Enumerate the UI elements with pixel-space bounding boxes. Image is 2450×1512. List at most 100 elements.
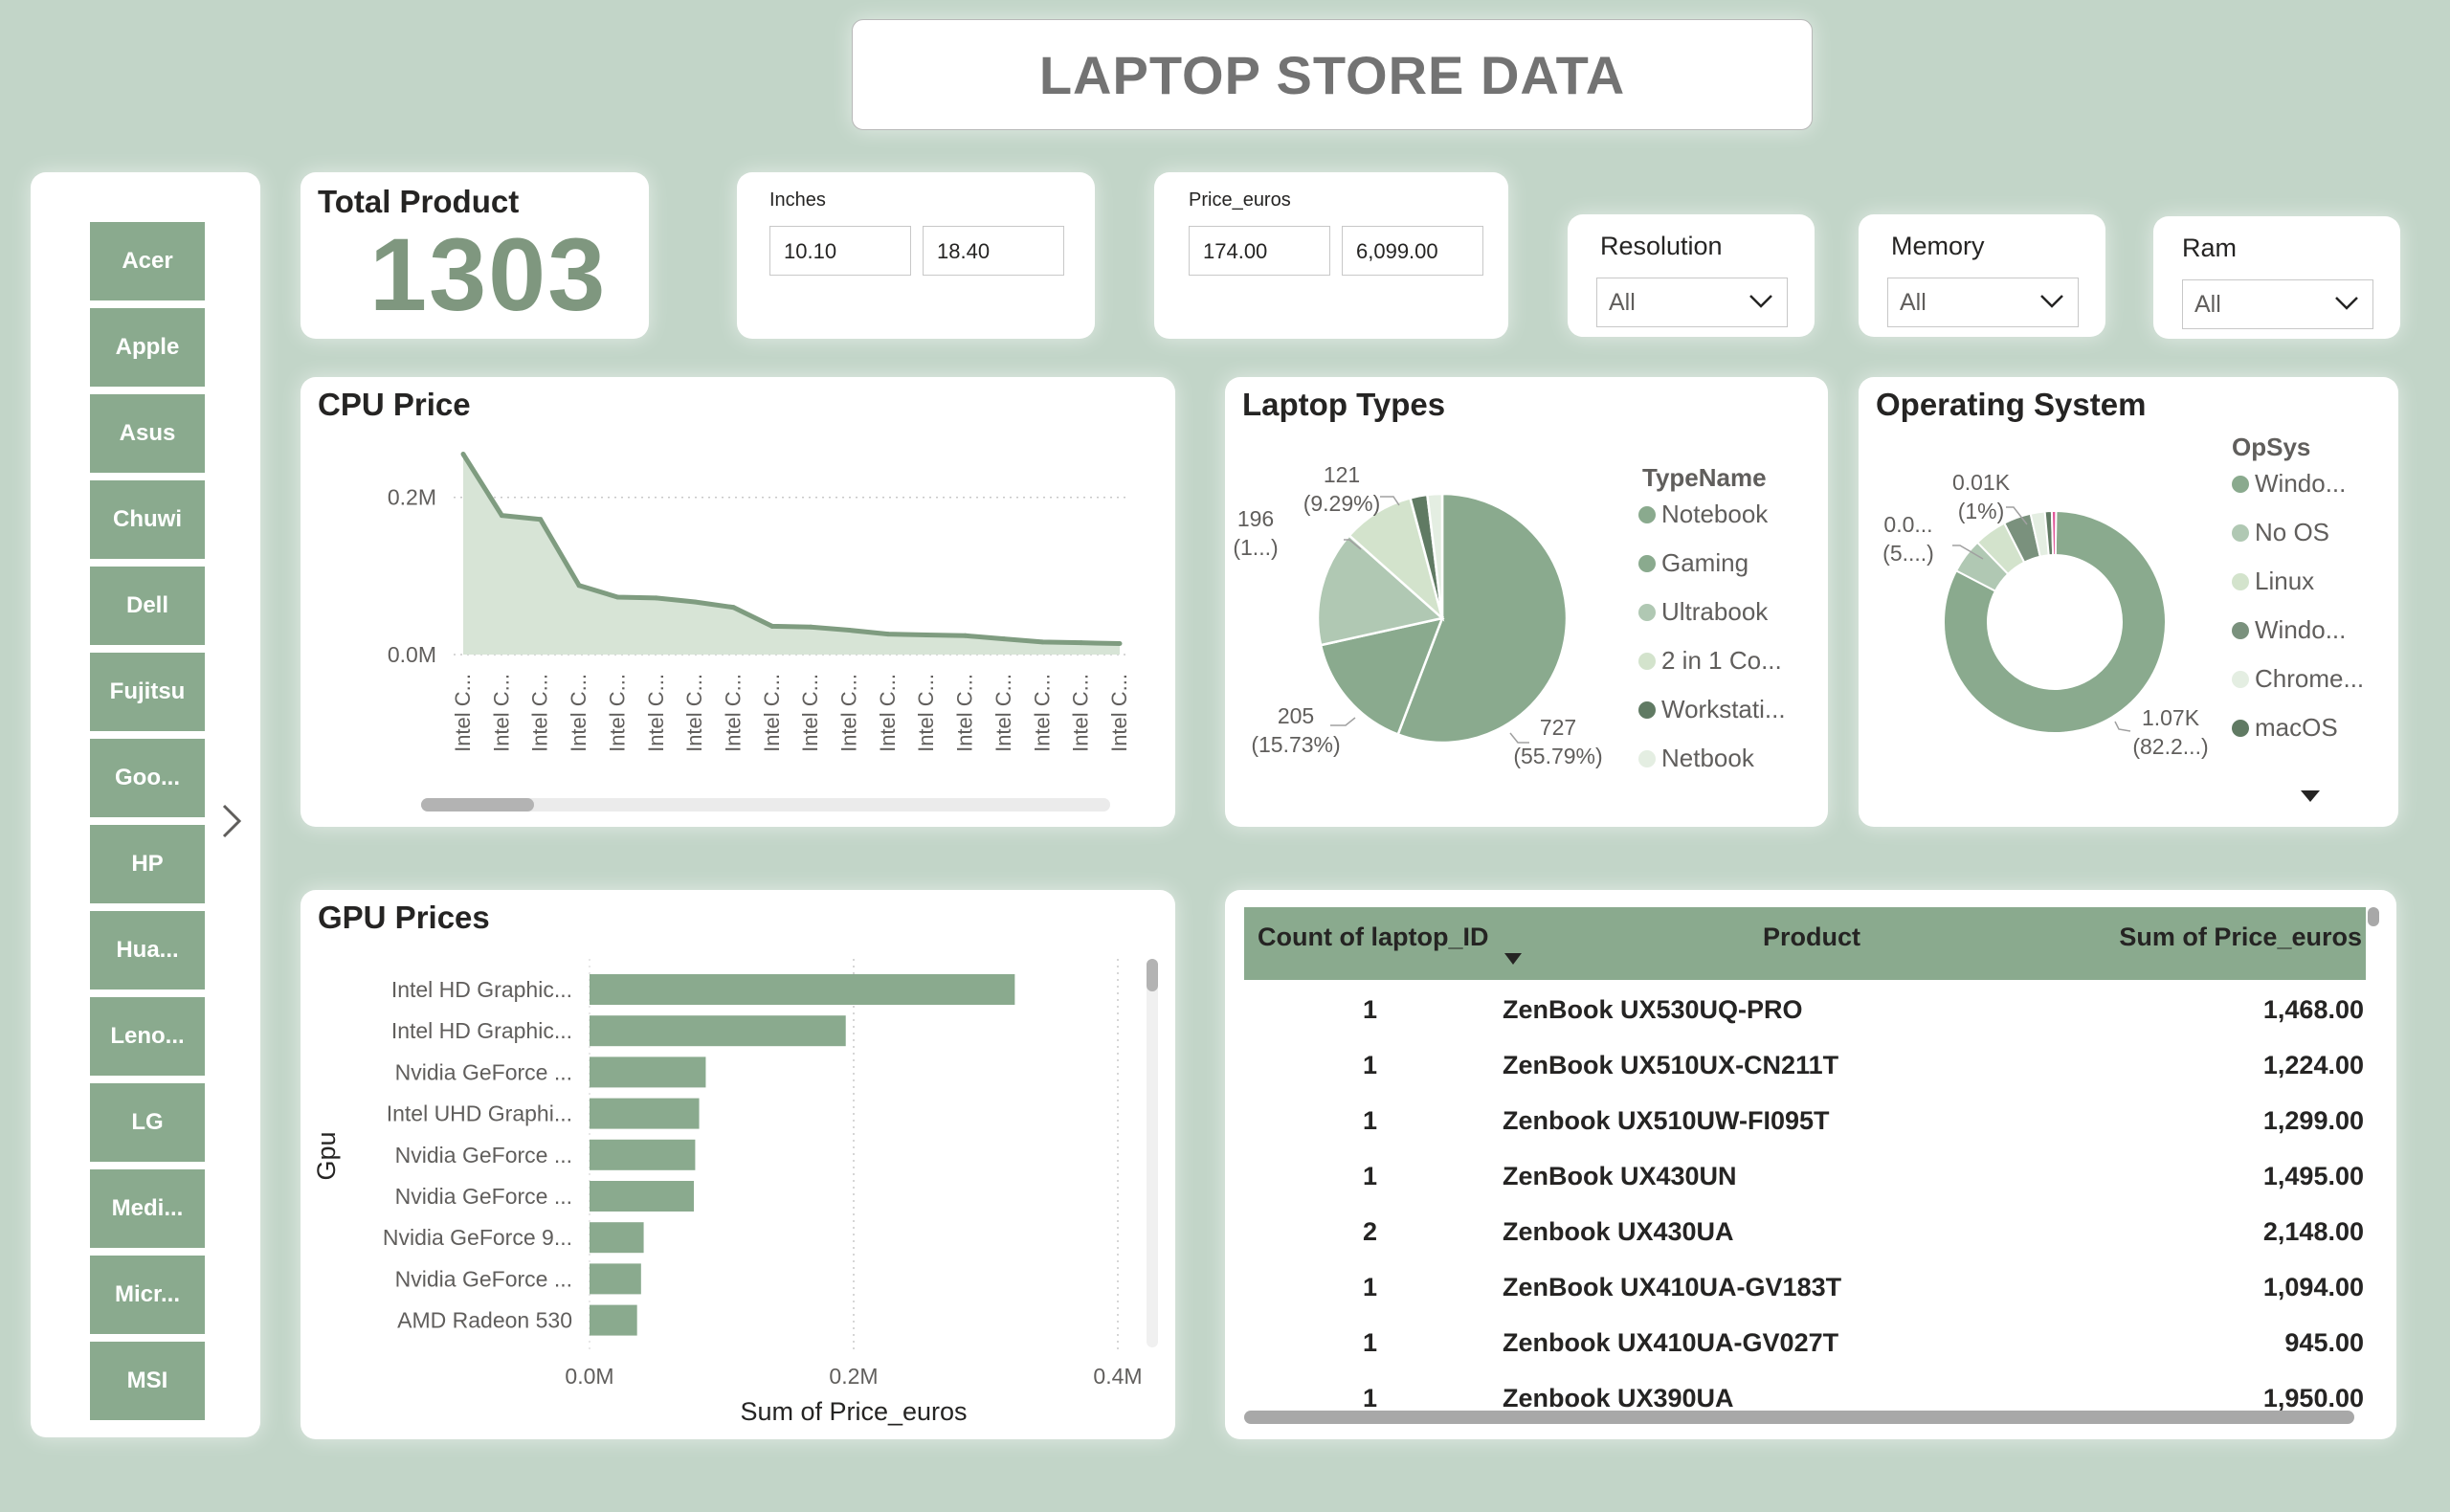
legend-item[interactable]: 2 in 1 Co...	[1638, 646, 1782, 676]
cpu-point[interactable]	[730, 605, 736, 611]
scrollbar-thumb[interactable]	[1147, 959, 1158, 991]
brand-button[interactable]: Hua...	[90, 911, 205, 989]
cpu-point[interactable]	[1079, 640, 1084, 646]
cell-price: 1,495.00	[2262, 1162, 2364, 1190]
brand-button[interactable]: Micr...	[90, 1256, 205, 1334]
table-row[interactable]: 1 ZenBook UX510UX-CN211T 1,224.00	[1244, 1041, 2366, 1097]
brand-button[interactable]: Leno...	[90, 997, 205, 1076]
legend-item[interactable]: No OS	[2232, 518, 2329, 547]
table-row[interactable]: 2 Zenbook UX430UA 2,148.00	[1244, 1208, 2366, 1263]
legend-marker	[2232, 719, 2249, 737]
ram-label: Ram	[2182, 233, 2238, 262]
brand-button[interactable]: Asus	[90, 394, 205, 473]
gpu-bar[interactable]	[590, 1015, 846, 1047]
table-header: Count of laptop_ID Product Sum of Price_…	[1244, 907, 2366, 980]
x-tick-label: Intel C...	[644, 674, 668, 752]
data-label: (9.29%)	[1303, 491, 1381, 516]
legend-label: Workstati...	[1661, 695, 1786, 723]
brand-button[interactable]: Goo...	[90, 739, 205, 817]
gpu-bar[interactable]	[590, 1056, 706, 1088]
cpu-point[interactable]	[538, 517, 544, 523]
table-row[interactable]: 1 Zenbook UX510UW-FI095T 1,299.00	[1244, 1097, 2366, 1152]
legend-marker	[1638, 749, 1656, 767]
cpu-point[interactable]	[654, 595, 659, 601]
table-row[interactable]: 1 Zenbook UX410UA-GV027T 945.00	[1244, 1319, 2366, 1374]
gpu-bar[interactable]	[590, 1263, 641, 1295]
cpu-point[interactable]	[1117, 641, 1123, 646]
brand-button[interactable]: Chuwi	[90, 480, 205, 559]
ram-dropdown[interactable]: All	[2182, 279, 2373, 329]
brand-button[interactable]: Medi...	[90, 1169, 205, 1248]
col-price-header[interactable]: Sum of Price_euros	[2119, 923, 2362, 952]
gpu-bar[interactable]	[590, 1139, 696, 1170]
cpu-point[interactable]	[460, 452, 466, 457]
legend-item[interactable]: Windo...	[2232, 615, 2346, 645]
cell-price: 1,094.00	[2262, 1273, 2364, 1301]
caret-down-icon[interactable]	[2301, 790, 2320, 802]
cpu-point[interactable]	[847, 628, 853, 634]
memory-dropdown[interactable]: All	[1887, 278, 2079, 327]
data-label: 205	[1278, 703, 1314, 728]
brand-button[interactable]: LG	[90, 1083, 205, 1162]
table-row[interactable]: 1 ZenBook UX430UN 1,495.00	[1244, 1152, 2366, 1208]
table-vertical-scrollbar[interactable]	[2368, 907, 2379, 926]
gpu-prices-card: GPU Prices Intel HD Graphic... Intel HD G…	[301, 890, 1175, 1439]
gpu-bar[interactable]	[590, 1181, 695, 1212]
table-horizontal-scrollbar[interactable]	[1244, 1411, 2354, 1424]
legend-marker	[1638, 652, 1656, 670]
cpu-point[interactable]	[614, 594, 620, 600]
resolution-dropdown[interactable]: All	[1596, 278, 1788, 327]
cpu-point[interactable]	[1039, 639, 1045, 645]
legend-item[interactable]: Chrome...	[2232, 664, 2364, 694]
legend-item[interactable]: Gaming	[1638, 548, 1748, 578]
gpu-bar[interactable]	[590, 1304, 637, 1336]
price-slicer: Price_euros 174.00 6,099.00	[1154, 172, 1508, 339]
legend-item[interactable]: Windo...	[2232, 469, 2346, 499]
donut-slice[interactable]	[2050, 509, 2058, 557]
inches-max-input[interactable]: 18.40	[923, 226, 1064, 276]
gpu-bar[interactable]	[590, 974, 1015, 1005]
legend-item[interactable]: Linux	[2232, 567, 2314, 596]
sort-descending-icon[interactable]	[1504, 953, 1522, 965]
price-max-input[interactable]: 6,099.00	[1342, 226, 1483, 276]
legend-item[interactable]: Notebook	[1638, 500, 1768, 529]
brand-button[interactable]: MSI	[90, 1342, 205, 1420]
y-tick-label: Nvidia GeForce 9...	[383, 1225, 572, 1250]
y-tick-label: 0.0M	[388, 642, 436, 667]
cpu-point[interactable]	[885, 632, 891, 637]
brand-button[interactable]: HP	[90, 825, 205, 903]
cell-price: 1,950.00	[2262, 1384, 2364, 1412]
cpu-point[interactable]	[692, 599, 698, 605]
cpu-point[interactable]	[924, 632, 929, 637]
table-row[interactable]: 1 ZenBook UX530UQ-PRO 1,468.00	[1244, 986, 2366, 1041]
cpu-price-card: CPU Price 0.2M 0.0M Intel C... Intel C... In…	[301, 377, 1175, 827]
legend-item[interactable]: Workstati...	[1638, 695, 1786, 724]
gpu-bar[interactable]	[590, 1098, 700, 1129]
table-row[interactable]: 1 ZenBook UX410UA-GV183T 1,094.00	[1244, 1263, 2366, 1319]
legend-item[interactable]: macOS	[2232, 713, 2338, 743]
dashboard-title: LAPTOP STORE DATA	[1038, 44, 1626, 105]
cpu-point[interactable]	[808, 624, 813, 630]
brand-button[interactable]: Fujitsu	[90, 653, 205, 731]
cpu-point[interactable]	[1001, 636, 1007, 642]
brand-button[interactable]: Acer	[90, 222, 205, 300]
brand-button[interactable]: Apple	[90, 308, 205, 387]
scrollbar-thumb[interactable]	[421, 798, 534, 812]
cell-price: 945.00	[2284, 1328, 2364, 1357]
cpu-point[interactable]	[963, 633, 969, 638]
price-min-input[interactable]: 174.00	[1189, 226, 1330, 276]
col-count-header[interactable]: Count of laptop_ID	[1258, 923, 1488, 952]
gpu-bar[interactable]	[590, 1222, 644, 1254]
cpu-point[interactable]	[769, 623, 775, 629]
cpu-point[interactable]	[576, 583, 582, 589]
memory-value: All	[1900, 289, 1927, 316]
chevron-right-icon[interactable]	[220, 802, 243, 840]
inches-min-input[interactable]: 10.10	[769, 226, 911, 276]
legend-item[interactable]: Ultrabook	[1638, 597, 1768, 627]
brand-button[interactable]: Dell	[90, 567, 205, 645]
cpu-point[interactable]	[499, 513, 504, 519]
resolution-value: All	[1609, 289, 1636, 316]
legend-item[interactable]: Netbook	[1638, 744, 1754, 773]
cell-product: Zenbook UX410UA-GV027T	[1503, 1328, 1839, 1357]
col-product-header[interactable]: Product	[1763, 923, 1860, 952]
